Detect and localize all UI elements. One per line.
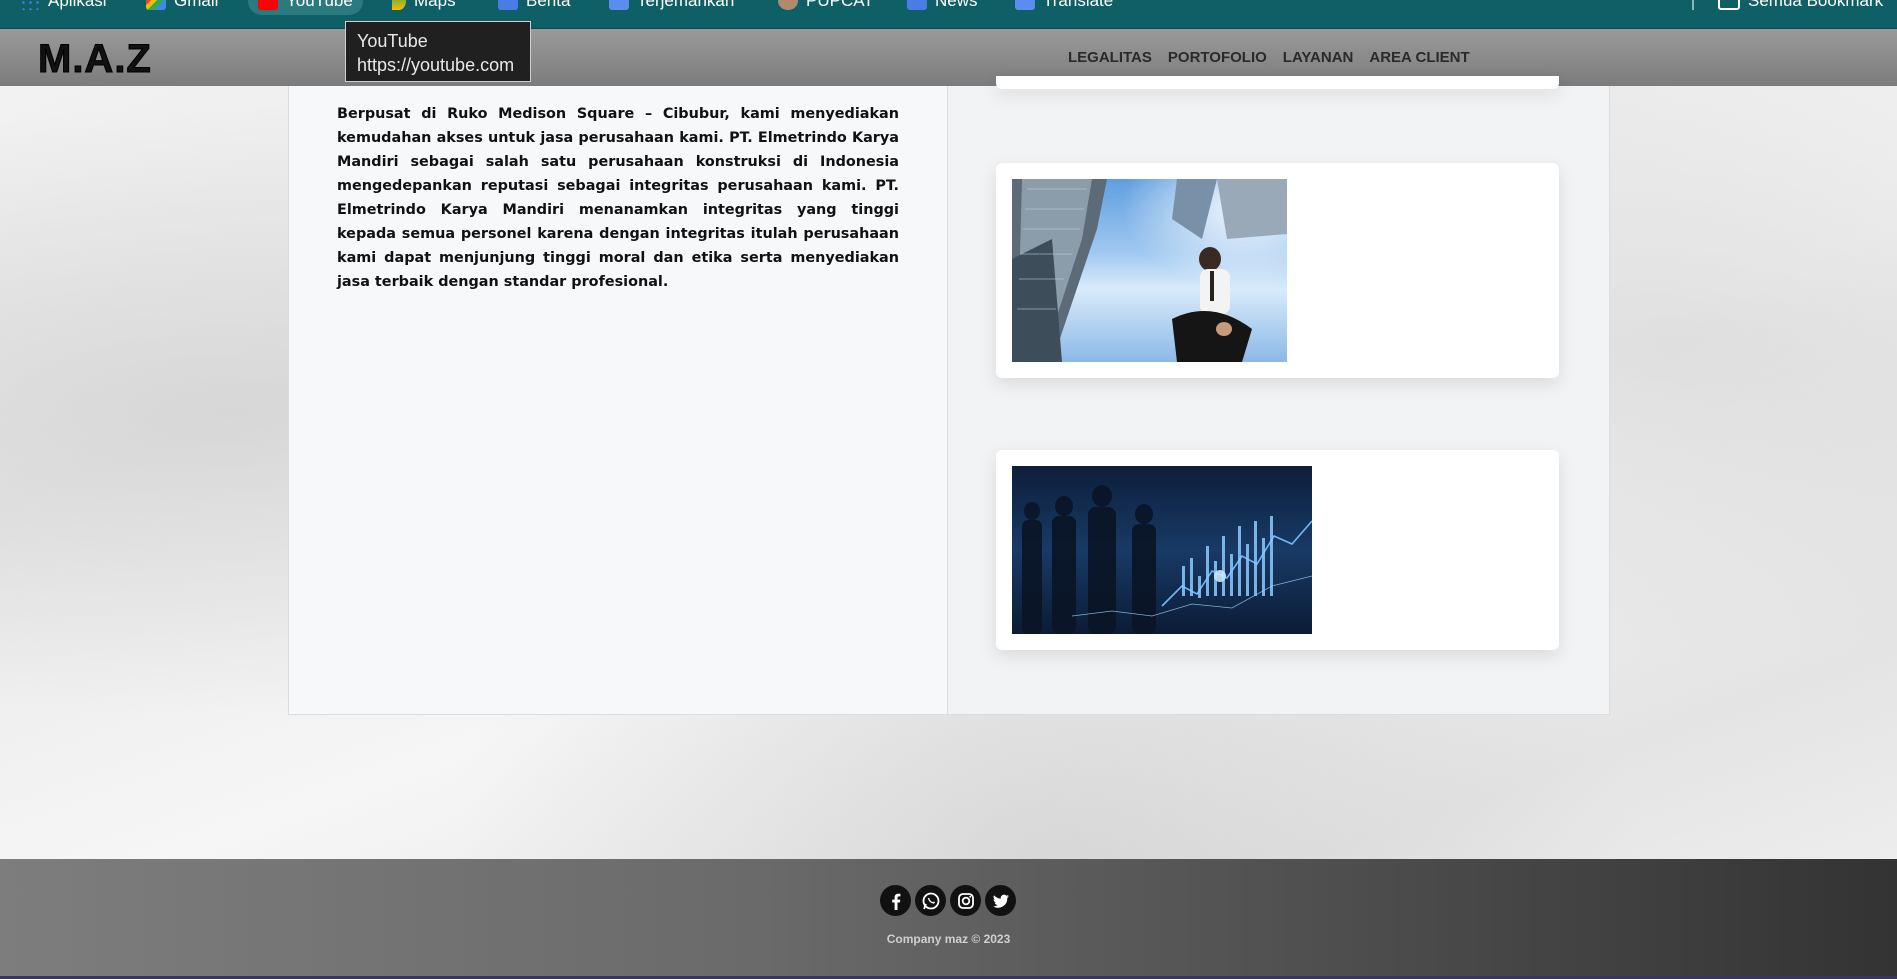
bookmark-label: Terjemahkan (637, 0, 735, 10)
bookmark-label: Aplikasi (48, 0, 107, 10)
bookmark-label: Translate (1043, 0, 1114, 10)
businessman-skyscraper-photo (1012, 179, 1287, 362)
bookmark-label: Berita (526, 0, 571, 10)
business-team-chart-photo (1012, 466, 1312, 634)
instagram-icon[interactable] (950, 885, 981, 916)
news-icon (498, 0, 518, 10)
bookmarks-divider (1692, 0, 1694, 10)
image-column (948, 76, 1609, 714)
bookmark-youtube[interactable]: YouTube (248, 0, 363, 15)
social-icons (880, 885, 1016, 916)
image-card-partial (996, 76, 1559, 89)
nav-links: LEGALITAS PORTOFOLIO LAYANAN AREA CLIENT (1068, 49, 1470, 66)
folder-icon (1718, 0, 1740, 10)
translate-icon (609, 0, 629, 10)
bookmark-apps[interactable]: Aplikasi (20, 0, 107, 15)
bookmarks-bar: Aplikasi Gmail YouTube Maps Berita Terje… (0, 0, 1897, 29)
bookmark-tooltip: YouTube https://youtube.com (345, 21, 531, 82)
bookmark-pupcat[interactable]: PUPCAT (778, 0, 874, 15)
bookmark-news[interactable]: News (907, 0, 978, 15)
bookmark-label: Gmail (174, 0, 219, 10)
nav-area-client[interactable]: AREA CLIENT (1369, 49, 1469, 66)
tooltip-url: https://youtube.com (357, 55, 515, 75)
cat-icon (778, 0, 798, 10)
whatsapp-icon[interactable] (915, 885, 946, 916)
bookmark-maps[interactable]: Maps (392, 0, 456, 15)
image-card (996, 450, 1559, 650)
content-panel: Berpusat di Ruko Medison Square – Cibubu… (288, 76, 1610, 715)
site-logo[interactable]: M.A.Z (38, 37, 152, 82)
bookmark-label: News (935, 0, 978, 10)
maps-icon (392, 0, 406, 10)
youtube-icon (258, 0, 278, 10)
bookmark-label: PUPCAT (806, 0, 874, 10)
bookmark-gmail[interactable]: Gmail (146, 0, 218, 15)
bookmark-berita[interactable]: Berita (498, 0, 570, 15)
facebook-icon[interactable] (880, 885, 911, 916)
bookmark-label: YouTube (286, 0, 353, 10)
bookmark-terjemahkan[interactable]: Terjemahkan (609, 0, 734, 15)
about-paragraph: Berpusat di Ruko Medison Square – Cibubu… (337, 106, 899, 290)
twitter-icon[interactable] (985, 885, 1016, 916)
site-navbar: M.A.Z LEGALITAS PORTOFOLIO LAYANAN AREA … (0, 29, 1897, 86)
site-footer: Company maz © 2023 (0, 859, 1897, 979)
news-icon (907, 0, 927, 10)
about-column: Berpusat di Ruko Medison Square – Cibubu… (289, 86, 948, 714)
tooltip-title: YouTube (357, 31, 428, 51)
image-card (996, 163, 1559, 378)
gmail-icon (146, 0, 166, 10)
nav-portofolio[interactable]: PORTOFOLIO (1168, 49, 1267, 66)
copyright-text: Company maz © 2023 (886, 932, 1011, 946)
translate-icon (1015, 0, 1035, 10)
apps-grid-icon (20, 0, 40, 10)
bookmark-label: Maps (414, 0, 456, 10)
bookmark-label: Semua Bookmark (1748, 0, 1884, 10)
nav-legalitas[interactable]: LEGALITAS (1068, 49, 1152, 66)
nav-layanan[interactable]: LAYANAN (1283, 49, 1354, 66)
bookmark-all[interactable]: Semua Bookmark (1718, 0, 1883, 15)
bookmark-translate[interactable]: Translate (1015, 0, 1113, 15)
